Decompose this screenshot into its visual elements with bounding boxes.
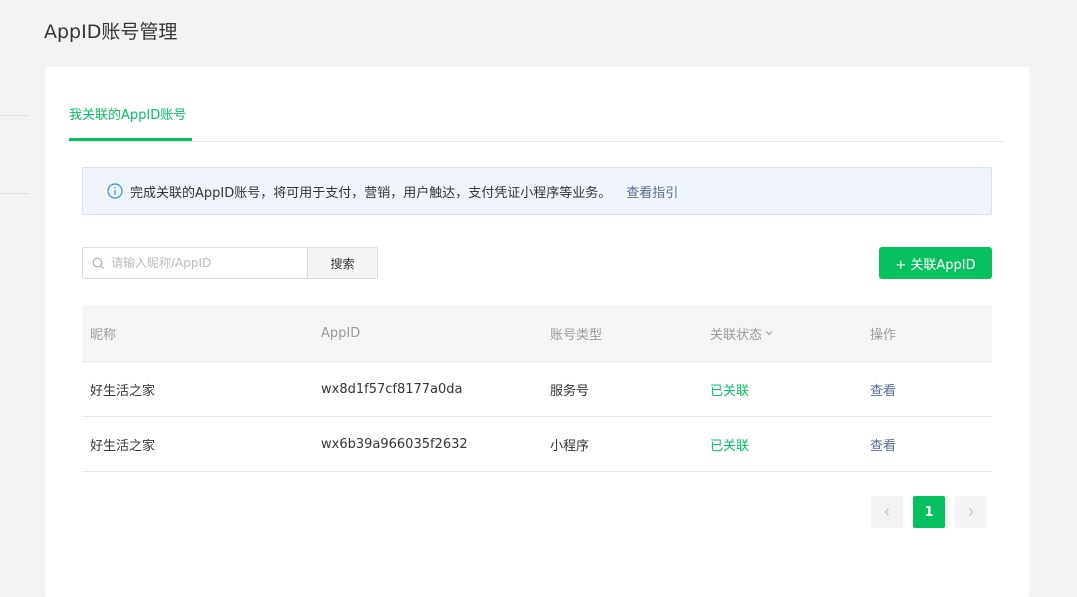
appid-table: 昵称 AppID 账号类型 关联状态 操作 好生活之家 wx8d1f57cf81… <box>82 305 992 472</box>
cell-account-type: 小程序 <box>550 438 590 454</box>
main-card: 我关联的AppID账号 完成关联的AppID账号，将可用于支付，营销，用户触达，… <box>45 67 1029 597</box>
search-input[interactable] <box>111 256 301 270</box>
active-tab-indicator <box>69 138 192 141</box>
page-number-button[interactable]: 1 <box>913 496 945 528</box>
header-account-type: 账号类型 <box>550 327 603 343</box>
next-page-button[interactable] <box>955 496 987 528</box>
left-nav-divider <box>0 193 29 194</box>
header-nickname: 昵称 <box>90 327 117 343</box>
cell-appid: wx8d1f57cf8177a0da <box>321 381 463 397</box>
view-guide-link[interactable]: 查看指引 <box>626 182 678 201</box>
search-box <box>82 247 308 279</box>
view-link[interactable]: 查看 <box>870 362 896 416</box>
info-icon <box>107 183 123 199</box>
search-icon <box>92 257 105 270</box>
chevron-right-icon <box>968 508 974 516</box>
header-appid: AppID <box>321 325 361 341</box>
tab-bar: 我关联的AppID账号 <box>69 67 1005 142</box>
prev-page-button[interactable] <box>871 496 903 528</box>
view-link[interactable]: 查看 <box>870 417 896 471</box>
chevron-down-icon <box>765 330 773 336</box>
cell-nickname: 好生活之家 <box>90 383 156 399</box>
notice-text: 完成关联的AppID账号，将可用于支付，营销，用户触达，支付凭证小程序等业务。 <box>130 185 612 201</box>
add-appid-button[interactable]: + 关联AppID <box>879 247 992 279</box>
header-actions: 操作 <box>870 327 897 343</box>
cell-link-status: 已关联 <box>710 438 750 454</box>
cell-link-status: 已关联 <box>710 383 750 399</box>
table-header: 昵称 AppID 账号类型 关联状态 操作 <box>82 305 992 362</box>
header-link-status: 关联状态 <box>710 327 763 343</box>
chevron-left-icon <box>884 508 890 516</box>
table-row: 好生活之家 wx6b39a966035f2632 小程序 已关联 查看 <box>82 417 992 472</box>
cell-account-type: 服务号 <box>550 383 590 399</box>
search-button[interactable]: 搜索 <box>308 247 378 279</box>
left-nav-divider <box>0 115 29 116</box>
page-title: AppID账号管理 <box>44 21 178 43</box>
info-notice: 完成关联的AppID账号，将可用于支付，营销，用户触达，支付凭证小程序等业务。 … <box>82 167 992 215</box>
header-link-status-filter[interactable]: 关联状态 <box>710 305 773 361</box>
cell-appid: wx6b39a966035f2632 <box>321 436 468 452</box>
cell-nickname: 好生活之家 <box>90 438 156 454</box>
table-row: 好生活之家 wx8d1f57cf8177a0da 服务号 已关联 查看 <box>82 362 992 417</box>
tab-linked-appid-accounts[interactable]: 我关联的AppID账号 <box>69 107 186 125</box>
